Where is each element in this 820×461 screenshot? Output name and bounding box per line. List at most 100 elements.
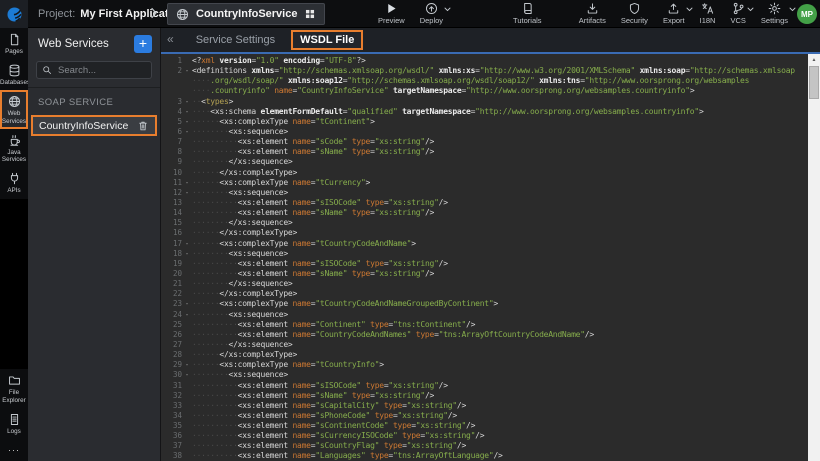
topbar-security-button[interactable]: Security	[621, 2, 648, 25]
service-list-item-countryinfoservice[interactable]: CountryInfoService	[31, 115, 157, 136]
fold-marker[interactable]: -	[182, 178, 192, 188]
open-service-tab[interactable]: CountryInfoService	[167, 3, 325, 25]
fold-marker[interactable]: -	[182, 360, 192, 370]
code-text: ······<xs:complexType name="tCurrency">	[192, 178, 808, 188]
fold-marker[interactable]: -	[182, 97, 192, 107]
code-line: 19··········<xs:element name="sISOCode" …	[161, 259, 808, 269]
service-name: CountryInfoService	[39, 120, 128, 132]
collapse-panel-icon[interactable]: «	[161, 32, 182, 48]
tutorials-icon	[521, 2, 534, 15]
scroll-up-arrow-icon[interactable]: ▲	[808, 54, 820, 65]
fold-marker	[182, 451, 192, 461]
wavemaker-logo-icon	[6, 6, 23, 23]
code-line: 32··········<xs:element name="sName" typ…	[161, 391, 808, 401]
fold-marker	[182, 441, 192, 451]
code-line: 24-········<xs:sequence>	[161, 310, 808, 320]
sidebar-item-file-explorer[interactable]: File Explorer	[0, 369, 28, 407]
main-content: « Service Settings WSDL File 1<?xml vers…	[161, 28, 820, 461]
topbar-i18n-button[interactable]: I18N	[700, 2, 716, 25]
grid-icon[interactable]	[304, 8, 316, 20]
code-text: ······</xs:complexType>	[192, 350, 808, 360]
fold-marker	[182, 279, 192, 289]
fold-marker[interactable]: -	[182, 239, 192, 249]
editor-scrollbar[interactable]: ▲	[808, 54, 820, 461]
code-text: ··········<xs:element name="CountryCodeA…	[192, 330, 808, 340]
tab-wsdl-file[interactable]: WSDL File	[291, 30, 363, 50]
topbar-vcs-button[interactable]: VCS	[730, 2, 745, 25]
code-text: ········</xs:sequence>	[192, 340, 808, 350]
fold-marker	[182, 228, 192, 238]
artifacts-icon	[586, 2, 599, 15]
code-line: 1<?xml version="1.0" encoding="UTF-8"?>	[161, 56, 808, 66]
code-line: 15········</xs:sequence>	[161, 218, 808, 228]
code-line: 37··········<xs:element name="sCountryFl…	[161, 441, 808, 451]
topbar-preview-button[interactable]: Preview	[378, 2, 405, 25]
fold-marker	[182, 289, 192, 299]
topbar-settings-button[interactable]: Settings	[761, 2, 788, 25]
app-logo[interactable]	[0, 0, 28, 28]
fold-marker[interactable]: -	[182, 66, 192, 76]
search-input[interactable]	[56, 64, 146, 77]
sidebar-item-label: APIs	[0, 187, 28, 194]
sidebar-spacer	[0, 199, 28, 370]
code-text: ········<xs:sequence>	[192, 188, 808, 198]
fold-marker[interactable]: -	[182, 107, 192, 117]
add-service-button[interactable]: +	[134, 35, 152, 53]
code-text: ··········<xs:element name="sName" type=…	[192, 147, 808, 157]
sidebar-item-label: Web Services	[0, 110, 28, 124]
trash-icon[interactable]	[137, 120, 149, 132]
fold-marker[interactable]: -	[182, 249, 192, 259]
sidebar-item-web-services[interactable]: Web Services	[0, 90, 28, 128]
fold-marker[interactable]: -	[182, 127, 192, 137]
topbar-deploy-button[interactable]: Deploy	[420, 2, 443, 25]
service-search-box[interactable]	[36, 61, 152, 79]
code-line: 29-······<xs:complexType name="tCountryI…	[161, 360, 808, 370]
sidebar-item-logs[interactable]: Logs	[0, 408, 28, 439]
line-number: 25	[161, 320, 182, 330]
line-number: 35	[161, 421, 182, 431]
fold-marker	[182, 168, 192, 178]
code-text: ········</xs:sequence>	[192, 157, 808, 167]
sidebar-item-label: Java Services	[0, 149, 28, 163]
toolbar-label: I18N	[700, 16, 716, 25]
line-number: 17	[161, 239, 182, 249]
scrollbar-thumb[interactable]	[809, 66, 819, 99]
fold-marker[interactable]: -	[182, 370, 192, 380]
apis-icon	[8, 172, 21, 185]
topbar-export-button[interactable]: Export	[663, 2, 685, 25]
fold-marker	[182, 350, 192, 360]
sidebar-more-button[interactable]: ···	[0, 439, 28, 461]
code-text: ······<xs:complexType name="tContinent">	[192, 117, 808, 127]
code-line: 31··········<xs:element name="sISOCode" …	[161, 381, 808, 391]
caret-down-icon	[747, 7, 754, 12]
sidebar-item-java-services[interactable]: Java Services	[0, 129, 28, 167]
globe-icon	[176, 8, 189, 21]
code-line: 28······</xs:complexType>	[161, 350, 808, 360]
code-line: 5-······<xs:complexType name="tContinent…	[161, 117, 808, 127]
line-number: 6	[161, 127, 182, 137]
user-avatar[interactable]: MP	[797, 4, 817, 24]
fold-marker[interactable]: -	[182, 117, 192, 127]
sidebar-item-apis[interactable]: APIs	[0, 167, 28, 198]
topbar-artifacts-button[interactable]: Artifacts	[579, 2, 606, 25]
line-number: 18	[161, 249, 182, 259]
wsdl-code-editor[interactable]: 1<?xml version="1.0" encoding="UTF-8"?> 2…	[161, 54, 808, 461]
code-line: 4-····<xs:schema elementFormDefault="qua…	[161, 107, 808, 117]
fold-marker	[182, 401, 192, 411]
topbar-tutorials-button[interactable]: Tutorials	[513, 2, 541, 25]
line-number: 16	[161, 228, 182, 238]
code-text: <definitions xmlns="http://schemas.xmlso…	[192, 66, 808, 76]
code-line: 34··········<xs:element name="sPhoneCode…	[161, 411, 808, 421]
fold-marker[interactable]: -	[182, 188, 192, 198]
sidebar-item-databases[interactable]: Databases	[0, 59, 28, 90]
code-text: ··········<xs:element name="Continent" t…	[192, 320, 808, 330]
code-text: ········<xs:sequence>	[192, 370, 808, 380]
fold-marker	[182, 56, 192, 66]
code-text: ··········<xs:element name="sName" type=…	[192, 269, 808, 279]
sidebar-item-pages[interactable]: Pages	[0, 28, 28, 59]
i18n-icon	[701, 2, 714, 15]
fold-marker[interactable]: -	[182, 310, 192, 320]
tab-service-settings[interactable]: Service Settings	[196, 34, 275, 46]
code-text: ······</xs:complexType>	[192, 168, 808, 178]
fold-marker[interactable]: -	[182, 299, 192, 309]
